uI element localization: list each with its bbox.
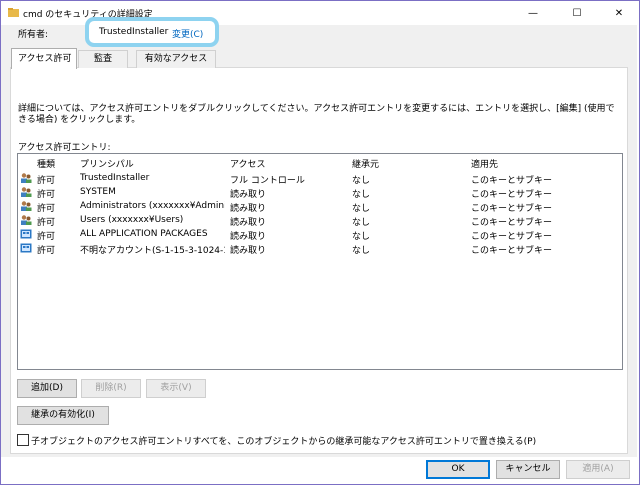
column-header-principal[interactable]: プリンシパル (80, 157, 134, 170)
row-type: 許可 (37, 232, 56, 242)
row-principal: TrustedInstaller (80, 173, 150, 183)
cancel-button[interactable]: キャンセル (496, 460, 560, 479)
row-type: 許可 (37, 246, 56, 256)
row-inherited-from: なし (352, 204, 371, 214)
row-inherited-from: なし (352, 190, 371, 200)
app-package-icon (20, 243, 32, 253)
add-button[interactable]: 追加(D) (17, 379, 77, 398)
user-group-icon (21, 187, 32, 197)
ok-button[interactable]: OK (426, 460, 490, 479)
column-header-inherited-from[interactable]: 継承元 (352, 157, 379, 170)
permission-row[interactable]: 許可 SYSTEM 読み取り なし このキーとサブキー (18, 186, 620, 200)
permission-row[interactable]: 許可 不明なアカウント(S-1-15-3-1024-10... 読み取り なし … (18, 242, 620, 256)
row-applies-to: このキーとサブキー (471, 176, 553, 186)
description-text: 詳細については、アクセス許可エントリをダブルクリックしてください。アクセス許可エ… (18, 104, 615, 125)
permission-row[interactable]: 許可 ALL APPLICATION PACKAGES 読み取り なし このキー… (18, 228, 620, 242)
owner-name: TrustedInstaller (99, 27, 169, 37)
row-inherited-from: なし (352, 232, 371, 242)
view-button[interactable]: 表示(V) (146, 379, 206, 398)
user-group-icon (21, 201, 32, 211)
apply-button[interactable]: 適用(A) (566, 460, 630, 479)
row-applies-to: このキーとサブキー (471, 204, 553, 214)
owner-label: 所有者: (18, 30, 49, 40)
permission-row[interactable]: 許可 Users (xxxxxxx¥Users) 読み取り なし このキーとサブ… (18, 214, 620, 228)
row-access: 読み取り (230, 218, 267, 228)
row-access: 読み取り (230, 232, 267, 242)
user-group-icon (21, 173, 32, 183)
minimize-button[interactable]: — (511, 1, 555, 25)
tab-permissions[interactable]: アクセス許可 (11, 48, 77, 69)
row-type: 許可 (37, 176, 56, 186)
row-access: 読み取り (230, 190, 267, 200)
row-principal: Administrators (xxxxxxx¥Administr... (80, 201, 225, 211)
folder-icon (8, 8, 19, 17)
column-header-applies-to[interactable]: 適用先 (471, 157, 498, 170)
row-principal: SYSTEM (80, 187, 116, 197)
close-button[interactable]: ✕ (597, 1, 640, 25)
row-applies-to: このキーとサブキー (471, 246, 553, 256)
remove-button[interactable]: 削除(R) (81, 379, 141, 398)
row-type: 許可 (37, 218, 56, 228)
row-access: フル コントロール (230, 176, 305, 186)
tab-auditing[interactable]: 監査 (78, 50, 128, 68)
app-package-icon (20, 229, 32, 239)
replace-child-permissions-label[interactable]: 子オブジェクトのアクセス許可エントリすべてを、このオブジェクトからの継承可能なア… (31, 434, 536, 447)
permission-row[interactable]: 許可 Administrators (xxxxxxx¥Administr... … (18, 200, 620, 214)
row-inherited-from: なし (352, 218, 371, 228)
row-inherited-from: なし (352, 176, 371, 186)
enable-inheritance-button[interactable]: 継承の有効化(I) (17, 406, 109, 425)
column-header-access[interactable]: アクセス (230, 157, 266, 170)
row-inherited-from: なし (352, 246, 371, 256)
tab-effective-access[interactable]: 有効なアクセス (136, 50, 216, 68)
row-access: 読み取り (230, 204, 267, 214)
row-principal: 不明なアカウント(S-1-15-3-1024-10... (80, 246, 225, 256)
row-applies-to: このキーとサブキー (471, 218, 553, 228)
user-group-icon (21, 215, 32, 225)
row-access: 読み取り (230, 246, 267, 256)
replace-child-permissions-checkbox[interactable] (17, 434, 29, 446)
row-type: 許可 (37, 204, 56, 214)
row-principal: Users (xxxxxxx¥Users) (80, 215, 184, 225)
row-applies-to: このキーとサブキー (471, 232, 553, 242)
row-principal: ALL APPLICATION PACKAGES (80, 229, 208, 239)
permission-entries-label: アクセス許可エントリ: (18, 143, 111, 153)
column-header-type[interactable]: 種類 (37, 157, 55, 170)
permission-row[interactable]: 許可 TrustedInstaller フル コントロール なし このキーとサブ… (18, 172, 620, 186)
row-type: 許可 (37, 190, 56, 200)
maximize-button[interactable]: ☐ (555, 1, 599, 25)
change-owner-link[interactable]: 変更(C) (172, 27, 203, 40)
row-applies-to: このキーとサブキー (471, 190, 553, 200)
